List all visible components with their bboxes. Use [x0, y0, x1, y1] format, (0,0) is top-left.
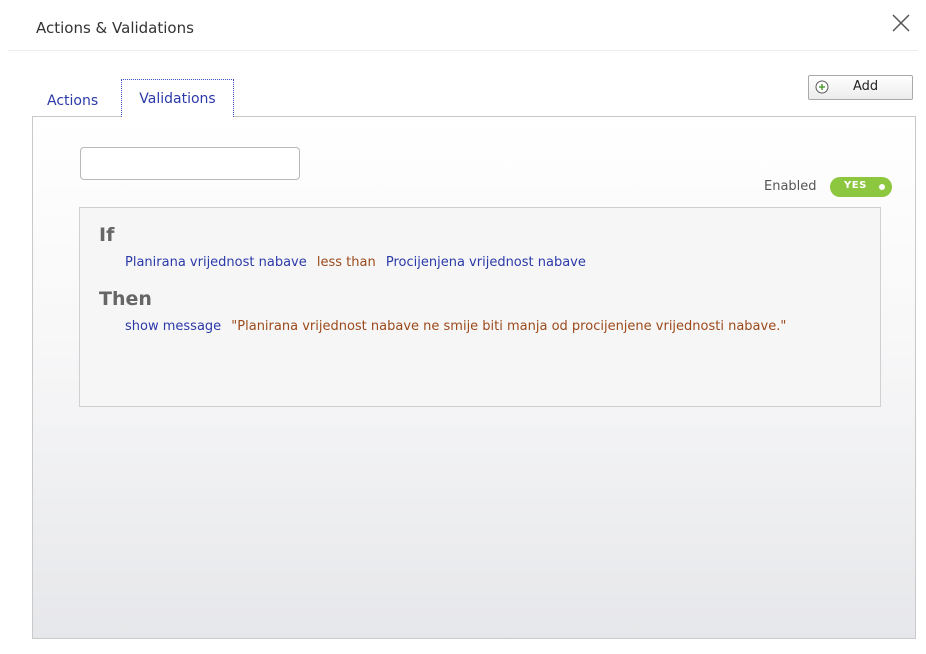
action-line: show message "Planirana vrijednost nabav…: [125, 317, 825, 336]
condition-right-field[interactable]: Procijenjena vrijednost nabave: [386, 255, 586, 270]
enabled-toggle[interactable]: YES: [830, 177, 892, 197]
validations-panel: Enabled YES If Planirana vrijednost naba…: [32, 116, 916, 639]
action-type[interactable]: show message: [125, 319, 221, 334]
dialog-header: Actions & Validations: [8, 8, 918, 51]
enabled-toggle-text: YES: [844, 180, 867, 191]
condition-operator[interactable]: less than: [317, 255, 376, 270]
validation-name-input[interactable]: [80, 147, 300, 180]
action-message[interactable]: "Planirana vrijednost nabave ne smije bi…: [231, 319, 786, 334]
close-button[interactable]: [890, 12, 912, 34]
rule-box: If Planirana vrijednost nabave less than…: [79, 207, 881, 407]
then-keyword: Then: [99, 288, 152, 310]
actions-validations-dialog: Actions & Validations Add Actions Valida…: [8, 8, 918, 648]
tab-bar: Actions Validations: [32, 78, 918, 118]
close-icon: [892, 14, 910, 32]
condition-left-field[interactable]: Planirana vrijednost nabave: [125, 255, 307, 270]
condition-line: Planirana vrijednost nabave less than Pr…: [125, 255, 586, 270]
if-keyword: If: [99, 224, 115, 246]
tab-actions[interactable]: Actions: [47, 82, 98, 120]
dialog-title: Actions & Validations: [36, 19, 194, 37]
tab-validations[interactable]: Validations: [121, 79, 234, 117]
enabled-label: Enabled: [764, 179, 817, 194]
toggle-knob: [879, 184, 885, 190]
